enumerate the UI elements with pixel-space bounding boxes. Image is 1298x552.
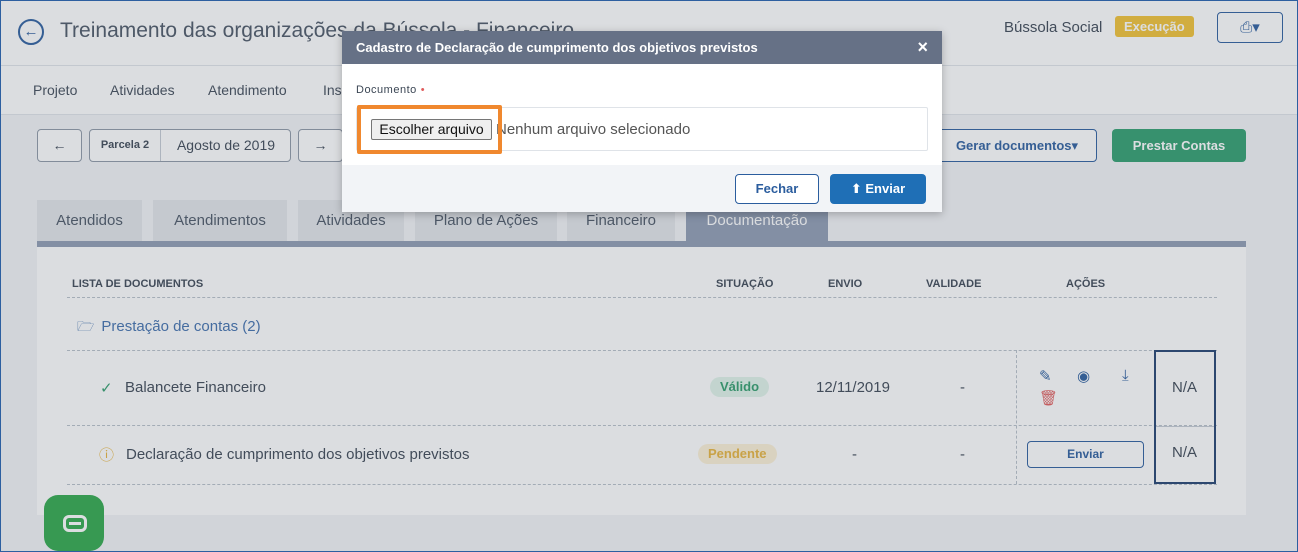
enviar-button[interactable]: ⬆ Enviar [830,174,926,204]
enviar-label: Enviar [865,181,906,196]
required-marker: • [420,84,426,96]
app-window: ← Treinamento das organizações da Bússol… [0,0,1298,552]
modal-title: Cadastro de Declaração de cumprimento do… [356,40,758,55]
upload-icon: ⬆ [850,181,862,196]
field-label-text: Documento [356,84,417,96]
modal-footer: Fechar ⬆ Enviar [342,165,942,212]
file-status-text: Nenhum arquivo selecionado [496,121,691,138]
close-icon[interactable]: × [917,37,928,57]
highlight-box [357,105,502,154]
modal-header: Cadastro de Declaração de cumprimento do… [342,31,942,64]
fechar-button[interactable]: Fechar [735,174,819,204]
documento-label: Documento • [356,84,425,96]
